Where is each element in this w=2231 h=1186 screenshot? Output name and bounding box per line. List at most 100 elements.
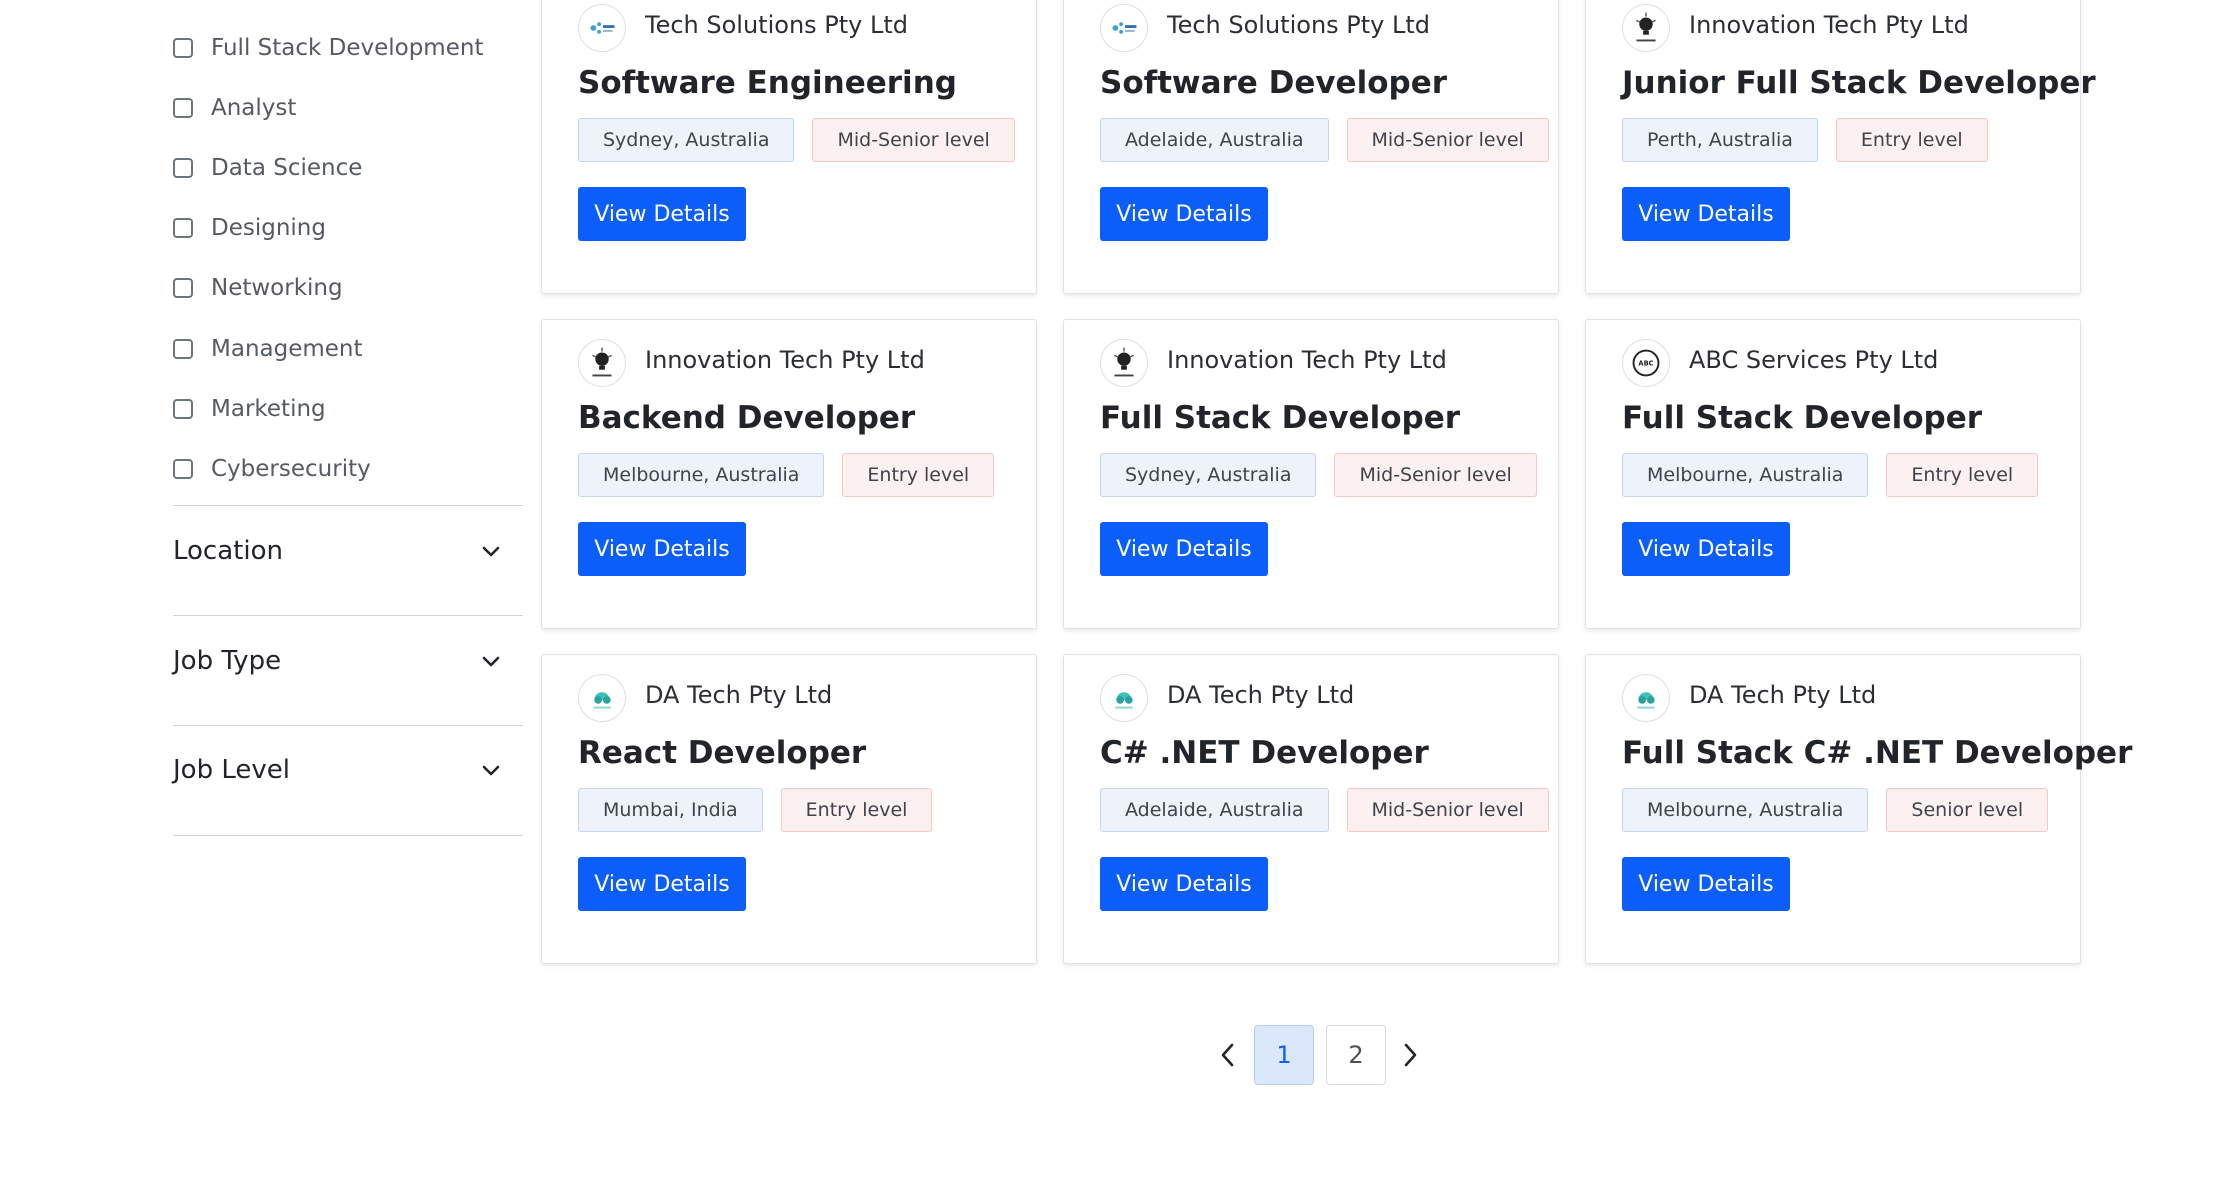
job-title: Backend Developer	[578, 400, 916, 436]
filter-job-type-toggle[interactable]: Job Type	[173, 641, 503, 681]
category-label: Marketing	[211, 396, 326, 422]
category-cybersecurity[interactable]: Cybersecurity	[173, 449, 371, 489]
company-name: Innovation Tech Pty Ltd	[645, 346, 925, 374]
location-badge: Sydney, Australia	[1100, 453, 1317, 497]
job-card: Innovation Tech Pty Ltd Junior Full Stac…	[1585, 0, 2096, 294]
job-card: Innovation Tech Pty Ltd Full Stack Devel…	[1063, 319, 1559, 629]
company-name: ABC Services Pty Ltd	[1689, 346, 1939, 374]
company-logo-icon	[578, 674, 626, 722]
view-details-button[interactable]: View Details	[1622, 857, 1790, 911]
category-data-science[interactable]: Data Science	[173, 148, 362, 188]
job-card: DA Tech Pty Ltd C# .NET Developer Adelai…	[1063, 654, 1559, 964]
chevron-left-icon	[1221, 1043, 1234, 1067]
checkbox[interactable]	[173, 98, 193, 118]
level-badge: Mid-Senior level	[1346, 788, 1549, 832]
level-badge: Entry level	[1886, 453, 2039, 497]
company-name: Innovation Tech Pty Ltd	[1167, 346, 1447, 374]
checkbox[interactable]	[173, 339, 193, 359]
filter-job-level-toggle[interactable]: Job Level	[173, 750, 503, 790]
job-card: ABC ABC Services Pty Ltd Full Stack Deve…	[1585, 319, 2081, 629]
filter-location-toggle[interactable]: Location	[173, 531, 503, 571]
category-label: Cybersecurity	[211, 456, 371, 482]
category-analyst[interactable]: Analyst	[173, 88, 296, 128]
job-card: Tech Solutions Pty Ltd Software Develope…	[1063, 0, 1559, 294]
location-badge: Mumbai, India	[578, 788, 763, 832]
company-logo-icon	[1100, 339, 1148, 387]
level-badge: Senior level	[1886, 788, 2049, 832]
company-logo-icon	[1622, 674, 1670, 722]
view-details-button[interactable]: View Details	[1622, 187, 1790, 241]
chevron-down-icon	[482, 765, 500, 776]
job-card: Innovation Tech Pty Ltd Backend Develope…	[541, 319, 1037, 629]
divider	[173, 835, 523, 836]
filter-title: Job Type	[173, 646, 282, 676]
company-name: DA Tech Pty Ltd	[1689, 681, 1877, 709]
location-badge: Melbourne, Australia	[1622, 788, 1869, 832]
company-name: Tech Solutions Pty Ltd	[1167, 11, 1431, 39]
divider	[173, 615, 523, 616]
location-badge: Sydney, Australia	[578, 118, 795, 162]
filter-title: Location	[173, 536, 283, 566]
job-title: Full Stack C# .NET Developer	[1622, 735, 2133, 771]
checkbox[interactable]	[173, 218, 193, 238]
view-details-button[interactable]: View Details	[578, 522, 746, 576]
svg-text:ABC: ABC	[1638, 359, 1653, 367]
level-badge: Mid-Senior level	[1334, 453, 1537, 497]
view-details-button[interactable]: View Details	[578, 857, 746, 911]
level-badge: Mid-Senior level	[1346, 118, 1549, 162]
job-title: Full Stack Developer	[1622, 400, 1983, 436]
job-title: Junior Full Stack Developer	[1622, 65, 2096, 101]
checkbox[interactable]	[173, 459, 193, 479]
pagination: 1 2	[1210, 1025, 1428, 1085]
prev-page-button[interactable]	[1210, 1025, 1246, 1085]
category-management[interactable]: Management	[173, 329, 363, 369]
view-details-button[interactable]: View Details	[1622, 522, 1790, 576]
company-logo-icon: ABC	[1622, 339, 1670, 387]
location-badge: Melbourne, Australia	[578, 453, 825, 497]
category-label: Analyst	[211, 95, 297, 121]
level-badge: Entry level	[842, 453, 995, 497]
category-label: Management	[211, 336, 363, 362]
company-name: Tech Solutions Pty Ltd	[645, 11, 909, 39]
category-full-stack-development[interactable]: Full Stack Development	[173, 28, 483, 68]
job-card: DA Tech Pty Ltd React Developer Mumbai, …	[541, 654, 1037, 964]
chevron-down-icon	[482, 656, 500, 667]
company-logo-icon	[578, 339, 626, 387]
job-title: Full Stack Developer	[1100, 400, 1461, 436]
job-card: DA Tech Pty Ltd Full Stack C# .NET Devel…	[1585, 654, 2132, 964]
category-label: Data Science	[211, 155, 363, 181]
view-details-button[interactable]: View Details	[578, 187, 746, 241]
company-logo-icon	[1100, 4, 1148, 52]
view-details-button[interactable]: View Details	[1100, 857, 1268, 911]
next-page-button[interactable]	[1392, 1025, 1428, 1085]
location-badge: Melbourne, Australia	[1622, 453, 1869, 497]
location-badge: Adelaide, Australia	[1100, 788, 1329, 832]
chevron-down-icon	[482, 546, 500, 557]
view-details-button[interactable]: View Details	[1100, 187, 1268, 241]
page-2-button[interactable]: 2	[1326, 1025, 1386, 1085]
category-networking[interactable]: Networking	[173, 268, 343, 308]
company-logo-icon	[1622, 4, 1670, 52]
job-title: C# .NET Developer	[1100, 735, 1429, 771]
checkbox[interactable]	[173, 399, 193, 419]
job-card: Tech Solutions Pty Ltd Software Engineer…	[541, 0, 1037, 294]
company-logo-icon	[1100, 674, 1148, 722]
company-name: DA Tech Pty Ltd	[645, 681, 833, 709]
category-marketing[interactable]: Marketing	[173, 389, 326, 429]
category-label: Full Stack Development	[211, 35, 484, 61]
page-1-button[interactable]: 1	[1254, 1025, 1314, 1085]
divider	[173, 725, 523, 726]
divider	[173, 505, 523, 506]
job-title: Software Developer	[1100, 65, 1448, 101]
category-designing[interactable]: Designing	[173, 208, 326, 248]
location-badge: Perth, Australia	[1622, 118, 1818, 162]
chevron-right-icon	[1404, 1043, 1417, 1067]
filter-title: Job Level	[173, 755, 290, 785]
job-title: Software Engineering	[578, 65, 957, 101]
company-name: DA Tech Pty Ltd	[1167, 681, 1355, 709]
view-details-button[interactable]: View Details	[1100, 522, 1268, 576]
checkbox[interactable]	[173, 278, 193, 298]
level-badge: Entry level	[1835, 118, 1988, 162]
checkbox[interactable]	[173, 158, 193, 178]
checkbox[interactable]	[173, 38, 193, 58]
